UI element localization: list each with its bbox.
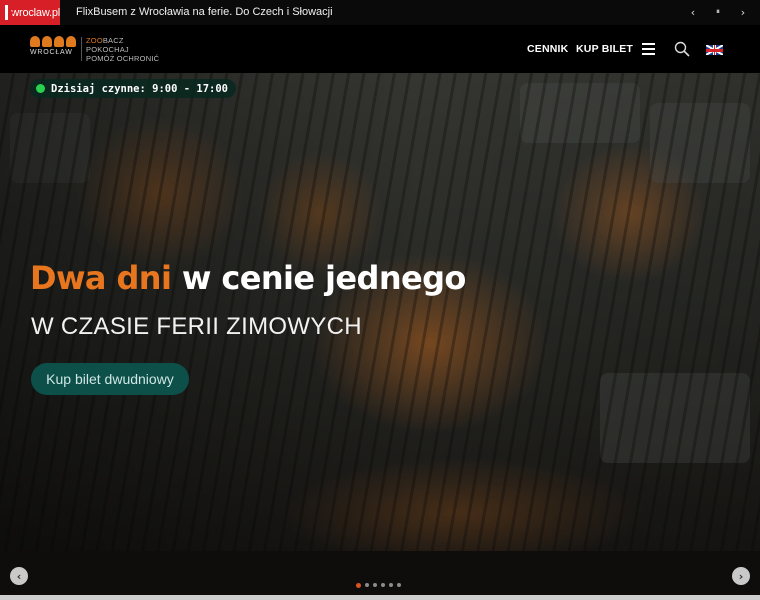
- headline-accent: Dwa dni: [30, 259, 172, 297]
- open-status-dot-icon: [36, 84, 45, 93]
- slider-dot[interactable]: [356, 582, 361, 588]
- tagline-bacz: BACZ: [102, 36, 124, 45]
- slider-dot[interactable]: [389, 583, 393, 587]
- hero-headline: Dwa dni w cenie jednego: [30, 259, 466, 297]
- ticker-pause-button[interactable]: ⏸: [710, 4, 726, 20]
- nav-cennik-link[interactable]: CENNIK: [527, 43, 568, 55]
- opening-hours-text: Dzisiaj czynne: 9:00 - 17:00: [51, 82, 229, 95]
- hero-floor-shadow: [0, 551, 760, 595]
- slider-dot[interactable]: [381, 583, 385, 587]
- slider-prev-button[interactable]: ‹: [10, 567, 28, 585]
- headline-rest: w cenie jednego: [171, 259, 467, 297]
- hero-slider: Dzisiaj czynne: 9:00 - 17:00 Dwa dni w c…: [0, 73, 760, 595]
- search-icon[interactable]: [674, 41, 690, 57]
- zoo-logo[interactable]: WROCŁAW: [30, 36, 78, 63]
- wroclaw-pl-label: wroclaw.pl: [11, 6, 60, 19]
- page-bottom-edge: [0, 595, 760, 600]
- menu-icon[interactable]: [642, 43, 655, 55]
- buy-two-day-ticket-button[interactable]: Kup bilet dwudniowy: [31, 363, 189, 395]
- news-headline-link[interactable]: FlixBusem z Wrocławia na ferie. Do Czech…: [76, 6, 333, 18]
- uk-flag-icon[interactable]: [706, 45, 723, 55]
- ticker-prev-button[interactable]: ‹: [685, 4, 701, 20]
- news-ticker-bar: wroclaw.pl FlixBusem z Wrocławia na feri…: [0, 0, 760, 25]
- nav-kup-bilet-link[interactable]: KUP BILET: [576, 43, 633, 55]
- slider-dot[interactable]: [373, 583, 377, 587]
- slider-next-button[interactable]: ›: [732, 567, 750, 585]
- tagline-zoo: ZOO: [86, 36, 103, 45]
- zoo-logo-animals-icon: [30, 36, 78, 47]
- tagline-line-3: POMÓŻ OCHRONIĆ: [86, 54, 160, 63]
- slider-dot[interactable]: [397, 583, 401, 587]
- zoo-tagline: ZOOBACZ POKOCHAJ POMÓŻ OCHRONIĆ: [86, 36, 159, 63]
- ticker-next-button[interactable]: ›: [735, 4, 751, 20]
- site-header: WROCŁAW ZOOBACZ POKOCHAJ POMÓŻ OCHRONIĆ …: [0, 25, 760, 73]
- slider-dot[interactable]: [365, 583, 369, 587]
- play-logo-icon: [5, 5, 15, 20]
- logo-city-label: WROCŁAW: [30, 49, 73, 56]
- slider-pagination: [356, 582, 401, 588]
- opening-hours-badge: Dzisiaj czynne: 9:00 - 17:00: [30, 79, 237, 98]
- hero-subheadline: W CZASIE FERII ZIMOWYCH: [31, 313, 362, 340]
- tagline-line-2: POKOCHAJ: [86, 45, 129, 54]
- wroclaw-pl-link[interactable]: wroclaw.pl: [0, 0, 60, 25]
- logo-divider: [81, 37, 82, 61]
